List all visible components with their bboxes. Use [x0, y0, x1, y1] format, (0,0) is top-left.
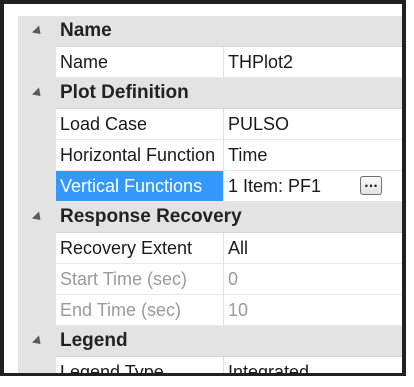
property-name-disabled: Start Time (sec): [56, 264, 224, 295]
category-gutter: [18, 16, 56, 47]
category-response-recovery[interactable]: Response Recovery: [18, 202, 402, 233]
category-title: Plot Definition: [56, 78, 402, 109]
property-value[interactable]: Integrated: [224, 357, 402, 374]
property-row-recovery-extent[interactable]: Recovery Extent All: [18, 233, 402, 264]
row-gutter: [18, 140, 56, 171]
property-value: 1 Item: PF1: [228, 175, 322, 196]
property-name[interactable]: Legend Type: [56, 357, 224, 373]
property-row-vertical-functions[interactable]: Vertical Functions 1 Item: PF1 ...: [18, 171, 402, 202]
property-value-cell[interactable]: 1 Item: PF1 ...: [224, 171, 402, 202]
collapse-arrow-icon[interactable]: [31, 211, 45, 224]
property-value[interactable]: PULSO: [224, 109, 402, 140]
category-legend[interactable]: Legend: [18, 326, 402, 357]
property-name[interactable]: Horizontal Function: [56, 140, 224, 171]
category-gutter: [18, 78, 56, 109]
property-grid: Name Name THPlot2 Plot Definition Load C…: [18, 16, 402, 374]
row-gutter: [18, 47, 56, 78]
category-plot-definition[interactable]: Plot Definition: [18, 78, 402, 109]
property-row-start-time[interactable]: Start Time (sec) 0: [18, 264, 402, 295]
property-row-horizontal-function[interactable]: Horizontal Function Time: [18, 140, 402, 171]
category-title: Name: [56, 16, 402, 47]
row-gutter: [18, 233, 56, 264]
category-title: Response Recovery: [56, 202, 402, 233]
property-row-name[interactable]: Name THPlot2: [18, 47, 402, 78]
category-gutter: [18, 326, 56, 357]
property-row-load-case[interactable]: Load Case PULSO: [18, 109, 402, 140]
row-gutter: [18, 357, 56, 373]
row-gutter: [18, 264, 56, 295]
property-value[interactable]: THPlot2: [224, 47, 402, 78]
property-name-disabled: End Time (sec): [56, 295, 224, 326]
property-value-disabled: 10: [224, 295, 402, 326]
row-gutter: [18, 109, 56, 140]
property-row-legend-type[interactable]: Legend Type Integrated: [18, 357, 402, 374]
collapse-arrow-icon[interactable]: [31, 87, 45, 100]
property-name[interactable]: Name: [56, 47, 224, 78]
row-gutter: [18, 171, 56, 202]
collapse-arrow-icon[interactable]: [31, 335, 45, 348]
ellipsis-button[interactable]: ...: [360, 176, 382, 195]
property-name[interactable]: Load Case: [56, 109, 224, 140]
category-gutter: [18, 202, 56, 233]
property-row-end-time[interactable]: End Time (sec) 10: [18, 295, 402, 326]
properties-window: Name Name THPlot2 Plot Definition Load C…: [0, 0, 406, 376]
property-value[interactable]: Time: [224, 140, 402, 171]
property-value-disabled: 0: [224, 264, 402, 295]
collapse-arrow-icon[interactable]: [31, 25, 45, 38]
property-name-selected[interactable]: Vertical Functions: [56, 171, 224, 202]
category-title: Legend: [56, 326, 402, 357]
property-name[interactable]: Recovery Extent: [56, 233, 224, 264]
property-value[interactable]: All: [224, 233, 402, 264]
category-name[interactable]: Name: [18, 16, 402, 47]
row-gutter: [18, 295, 56, 326]
